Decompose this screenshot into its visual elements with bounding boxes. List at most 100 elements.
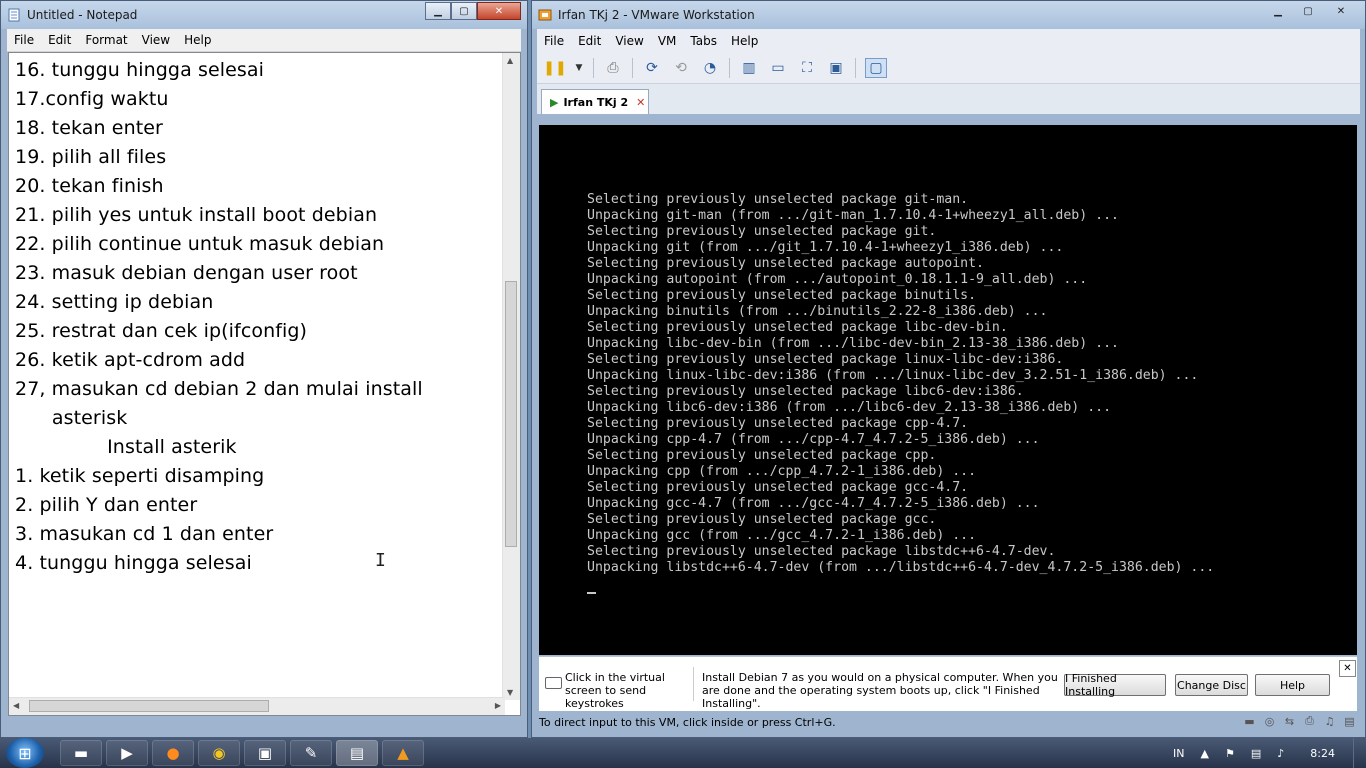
power-dropdown-icon[interactable]: ▼: [574, 59, 584, 77]
notepad-menubar: File Edit Format View Help: [7, 29, 521, 52]
horizontal-scrollbar[interactable]: ◀ ▶: [9, 697, 505, 715]
firefox-taskbar-icon[interactable]: ●: [152, 740, 194, 766]
scroll-up-icon[interactable]: ▲: [507, 56, 513, 65]
vm-menu-help[interactable]: Help: [724, 34, 765, 48]
thumbnail-bar-icon[interactable]: ▭: [768, 59, 788, 77]
scroll-down-icon[interactable]: ▼: [507, 688, 513, 697]
vm-menu-edit[interactable]: Edit: [571, 34, 608, 48]
show-hidden-icons-icon[interactable]: ▲: [1201, 747, 1209, 760]
vertical-scrollbar[interactable]: ▲ ▼: [502, 53, 520, 700]
vmware-menubar: File Edit View VM Tabs Help: [537, 29, 1360, 53]
console-line: Selecting previously unselected package …: [587, 288, 977, 303]
console-line: Unpacking cpp-4.7 (from .../cpp-4.7_4.7.…: [587, 432, 1040, 447]
vm-console-screen[interactable]: Selecting previously unselected package …: [539, 125, 1357, 655]
system-tray: IN ▲ ⚑ ▤ ♪ 8:24: [1165, 738, 1366, 768]
console-line: Unpacking git (from .../git_1.7.10.4-1+w…: [587, 240, 1064, 255]
vm-menu-tabs[interactable]: Tabs: [683, 34, 724, 48]
menu-file[interactable]: File: [7, 33, 41, 47]
network-tray-icon[interactable]: ▤: [1251, 747, 1261, 760]
snapshot-manager-icon[interactable]: ◔: [700, 59, 720, 77]
notepad-titlebar[interactable]: Untitled - Notepad ▁ ▢ ✕: [1, 1, 527, 29]
windows-logo-icon: ⊞: [18, 743, 32, 763]
notepad-line: 27, masukan cd debian 2 dan mulai instal…: [15, 378, 423, 400]
console-line: Unpacking gcc-4.7 (from .../gcc-4.7_4.7.…: [587, 496, 1040, 511]
suspend-icon[interactable]: ❚❚: [543, 59, 566, 77]
show-desktop-button[interactable]: [1353, 738, 1366, 768]
hint-separator: [693, 667, 694, 701]
notepad-line: 25. restrat dan cek ip(ifconfig): [15, 320, 308, 342]
start-button[interactable]: ⊞: [6, 738, 44, 768]
keyboard-icon: [545, 677, 562, 689]
vm-close-button[interactable]: ✕: [1323, 2, 1359, 20]
media-player-taskbar-icon[interactable]: ▶: [106, 740, 148, 766]
text-cursor-icon: I: [375, 550, 386, 571]
console-line: Unpacking cpp (from .../cpp_4.7.2-1_i386…: [587, 464, 977, 479]
send-ctrl-alt-del-icon[interactable]: ⎙: [603, 59, 623, 77]
change-disc-button[interactable]: Change Disc: [1175, 674, 1248, 696]
action-center-icon[interactable]: ⚑: [1225, 747, 1235, 760]
click-hint-text: Click in the virtual screen to send keys…: [565, 671, 665, 710]
cd-dvd-icon[interactable]: ◎: [1262, 714, 1277, 728]
menu-help[interactable]: Help: [177, 33, 218, 47]
vertical-scroll-thumb[interactable]: [505, 281, 517, 547]
notepad-line: 1. ketik seperti disamping: [15, 465, 265, 487]
volume-icon[interactable]: ♪: [1277, 747, 1284, 760]
notepad-taskbar-icon[interactable]: ▤: [336, 740, 378, 766]
console-line: Unpacking autopoint (from .../autopoint_…: [587, 272, 1088, 287]
menu-view[interactable]: View: [135, 33, 177, 47]
unity-icon[interactable]: ▣: [826, 59, 846, 77]
console-line: Selecting previously unselected package …: [587, 384, 1024, 399]
maximize-button[interactable]: ▢: [451, 2, 477, 20]
network-icon[interactable]: ⇆: [1282, 714, 1297, 728]
notepad-window: Untitled - Notepad ▁ ▢ ✕ File Edit Forma…: [0, 0, 528, 738]
scroll-right-icon[interactable]: ▶: [495, 701, 501, 710]
console-line: Selecting previously unselected package …: [587, 320, 1008, 335]
vmware-titlebar[interactable]: Irfan TKj 2 - VMware Workstation ▁ ▢ ✕: [532, 1, 1365, 29]
explorer-taskbar-icon[interactable]: ▬: [60, 740, 102, 766]
vmware-window: Irfan TKj 2 - VMware Workstation ▁ ▢ ✕ F…: [531, 0, 1366, 738]
toolbar-separator: [855, 58, 856, 78]
menu-edit[interactable]: Edit: [41, 33, 78, 47]
vm-menu-vm[interactable]: VM: [651, 34, 684, 48]
console-line: Selecting previously unselected package …: [587, 480, 969, 495]
scroll-left-icon[interactable]: ◀: [13, 701, 19, 710]
language-indicator[interactable]: IN: [1173, 747, 1184, 760]
notepad-line: 17.config waktu: [15, 88, 169, 110]
chrome-taskbar-icon[interactable]: ◉: [198, 740, 240, 766]
notepad-line: 20. tekan finish: [15, 175, 164, 197]
paint-taskbar-icon[interactable]: ✎: [290, 740, 332, 766]
message-log-icon[interactable]: ▤: [1342, 714, 1357, 728]
notepad-line: 18. tekan enter: [15, 117, 163, 139]
printer-icon[interactable]: ⎙: [1302, 714, 1317, 728]
help-button[interactable]: Help: [1255, 674, 1330, 696]
revert-snapshot-icon[interactable]: ⟲: [671, 59, 691, 77]
vmware-toolbar: ❚❚ ▼ ⎙ ⟳ ⟲ ◔ ▥ ▭ ⛶ ▣ ▢: [537, 53, 1360, 84]
console-view-icon[interactable]: ▢: [865, 58, 887, 78]
sound-icon[interactable]: ♫: [1322, 714, 1337, 728]
full-screen-icon[interactable]: ⛶: [797, 59, 817, 77]
vm-minimize-button[interactable]: ▁: [1263, 2, 1293, 20]
tab-vm[interactable]: ▶ Irfan TKj 2 ✕: [541, 89, 649, 114]
vmware-taskbar-icon[interactable]: ▲: [382, 740, 424, 766]
horizontal-scroll-thumb[interactable]: [29, 700, 269, 712]
minimize-button[interactable]: ▁: [425, 2, 451, 20]
vm-maximize-button[interactable]: ▢: [1293, 2, 1323, 20]
hint-close-icon[interactable]: ✕: [1339, 660, 1356, 677]
vm-running-icon: ▶: [550, 95, 559, 109]
menu-format[interactable]: Format: [78, 33, 134, 47]
console-line: Selecting previously unselected package …: [587, 448, 937, 463]
app-taskbar-icon[interactable]: ▣: [244, 740, 286, 766]
console-line: Unpacking libc-dev-bin (from .../libc-de…: [587, 336, 1119, 351]
close-button[interactable]: ✕: [477, 2, 521, 20]
notepad-text: 16. tunggu hingga selesai 17.config waktu…: [15, 56, 500, 578]
tab-close-icon[interactable]: ✕: [636, 96, 645, 109]
hard-disk-icon[interactable]: ▬: [1242, 714, 1257, 728]
show-library-icon[interactable]: ▥: [739, 59, 759, 77]
vm-menu-file[interactable]: File: [537, 34, 571, 48]
console-line: Selecting previously unselected package …: [587, 352, 1064, 367]
snapshot-icon[interactable]: ⟳: [642, 59, 662, 77]
clock[interactable]: 8:24: [1310, 747, 1335, 760]
notepad-text-area[interactable]: 16. tunggu hingga selesai 17.config waktu…: [8, 52, 521, 716]
finished-installing-button[interactable]: I Finished Installing: [1064, 672, 1166, 698]
vm-menu-view[interactable]: View: [608, 34, 650, 48]
